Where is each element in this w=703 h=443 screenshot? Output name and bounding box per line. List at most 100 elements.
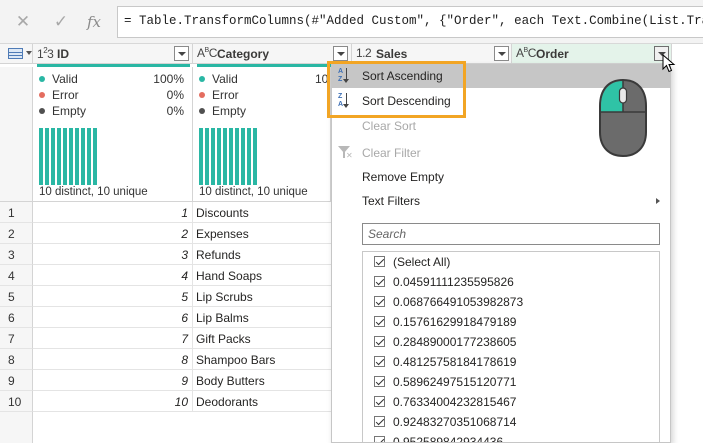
checkbox-checked-icon[interactable] — [374, 356, 385, 367]
cell-id[interactable]: 1 — [33, 202, 193, 223]
distinct-count-category: 10 distinct, 10 unique — [199, 186, 308, 198]
table-row[interactable]: 9 9 Body Butters — [0, 370, 336, 391]
cell-id[interactable]: 7 — [33, 328, 193, 349]
column-name-id: ID — [57, 47, 69, 61]
distribution-bar — [57, 128, 61, 185]
column-header-order[interactable]: ABC Order — [512, 44, 672, 64]
row-number[interactable]: 9 — [0, 370, 33, 391]
column-filter-button-category[interactable] — [333, 46, 348, 61]
whole-number-type-icon[interactable]: 123 — [37, 46, 54, 61]
checkbox-checked-icon[interactable] — [374, 396, 385, 407]
checkbox-checked-icon[interactable] — [374, 376, 385, 387]
error-stat: Error — [199, 88, 239, 104]
checkbox-checked-icon[interactable] — [374, 296, 385, 307]
valid-dot-icon — [199, 76, 205, 82]
row-number[interactable]: 5 — [0, 286, 33, 307]
cell-category[interactable]: Hand Soaps — [193, 265, 336, 286]
distribution-bar — [63, 128, 67, 185]
value-list-item[interactable]: 0.28489000177238605 — [363, 332, 659, 352]
text-type-icon[interactable]: ABC — [197, 46, 217, 60]
checkbox-checked-icon[interactable] — [374, 316, 385, 327]
remove-empty-item[interactable]: Remove Empty — [332, 166, 670, 189]
cell-category[interactable]: Deodorants — [193, 391, 336, 412]
value-list-item[interactable]: 0.952589842934436 — [363, 432, 659, 442]
text-filters-item[interactable]: Text Filters — [332, 190, 670, 213]
row-number[interactable]: 2 — [0, 223, 33, 244]
table-row[interactable]: 7 7 Gift Packs — [0, 328, 336, 349]
table-row[interactable]: 6 6 Lip Balms — [0, 307, 336, 328]
cell-category[interactable]: Body Butters — [193, 370, 336, 391]
value-list-item[interactable]: 0.15761629918479189 — [363, 312, 659, 332]
row-number[interactable]: 1 — [0, 202, 33, 223]
cell-id[interactable]: 8 — [33, 349, 193, 370]
cell-category[interactable]: Lip Scrubs — [193, 286, 336, 307]
error-percent: 0% — [166, 88, 184, 102]
table-icon — [8, 48, 23, 59]
cell-id[interactable]: 5 — [33, 286, 193, 307]
row-number[interactable]: 10 — [0, 391, 33, 412]
column-header-id[interactable]: 123 ID — [33, 44, 193, 64]
checkbox-checked-icon[interactable] — [374, 436, 385, 442]
table-row[interactable]: 8 8 Shampoo Bars — [0, 349, 336, 370]
valid-percent: 100% — [153, 72, 184, 86]
column-filter-button-id[interactable] — [174, 46, 189, 61]
checkbox-checked-icon[interactable] — [374, 336, 385, 347]
valid-dot-icon — [39, 76, 45, 82]
row-number[interactable]: 4 — [0, 265, 33, 286]
table-row[interactable]: 10 10 Deodorants — [0, 391, 336, 412]
table-menu-button[interactable] — [0, 44, 33, 64]
cell-id[interactable]: 4 — [33, 265, 193, 286]
cell-id[interactable]: 6 — [33, 307, 193, 328]
table-row[interactable]: 5 5 Lip Scrubs — [0, 286, 336, 307]
search-input[interactable]: Search — [362, 223, 660, 245]
sort-ascending-icon: AZ — [336, 67, 356, 85]
value-list-item[interactable]: 0.76334004232815467 — [363, 392, 659, 412]
row-number[interactable]: 3 — [0, 244, 33, 265]
valid-stat: Valid — [199, 72, 238, 88]
table-row[interactable]: 3 3 Refunds — [0, 244, 336, 265]
table-row[interactable]: 2 2 Expenses — [0, 223, 336, 244]
table-row[interactable]: 4 4 Hand Soaps — [0, 265, 336, 286]
distribution-chart-category — [199, 128, 257, 185]
row-number[interactable]: 7 — [0, 328, 33, 349]
confirm-formula-button[interactable]: ✓ — [50, 11, 72, 33]
distribution-bar — [39, 128, 43, 185]
cell-category[interactable]: Refunds — [193, 244, 336, 265]
empty-stat: Empty — [199, 104, 246, 120]
checkbox-checked-icon[interactable] — [374, 416, 385, 427]
cell-category[interactable]: Shampoo Bars — [193, 349, 336, 370]
cell-id[interactable]: 2 — [33, 223, 193, 244]
formula-input[interactable]: = Table.TransformColumns(#"Added Custom"… — [117, 6, 703, 38]
cell-id[interactable]: 9 — [33, 370, 193, 391]
error-stat: Error — [39, 88, 79, 104]
value-list-item[interactable]: 0.92483270351068714 — [363, 412, 659, 432]
cell-category[interactable]: Discounts — [193, 202, 336, 223]
cell-category[interactable]: Gift Packs — [193, 328, 336, 349]
sort-descending-icon: ZA — [336, 92, 356, 110]
text-type-icon[interactable]: ABC — [516, 46, 536, 60]
mouse-pointer-icon — [662, 54, 676, 73]
row-number[interactable]: 6 — [0, 307, 33, 328]
cell-id[interactable]: 10 — [33, 391, 193, 412]
cell-category[interactable]: Expenses — [193, 223, 336, 244]
insert-function-button[interactable]: fx — [83, 11, 105, 33]
decimal-type-icon[interactable]: 1.2 — [356, 46, 372, 60]
checkbox-checked-icon[interactable] — [374, 276, 385, 287]
column-header-sales[interactable]: 1.2 Sales — [352, 44, 512, 64]
column-header-category[interactable]: ABC Category — [193, 44, 352, 64]
checkbox-checked-icon[interactable] — [374, 256, 385, 267]
distribution-bar — [87, 128, 91, 185]
cancel-formula-button[interactable]: ✕ — [12, 11, 34, 33]
column-filter-button-sales[interactable] — [494, 46, 509, 61]
value-list-item[interactable]: (Select All) — [363, 252, 659, 272]
table-row[interactable]: 1 1 Discounts — [0, 202, 336, 223]
value-list-item[interactable]: 0.48125758184178619 — [363, 352, 659, 372]
value-list-item[interactable]: 0.068766491053982873 — [363, 292, 659, 312]
distribution-bar — [51, 128, 55, 185]
value-list-item[interactable]: 0.58962497515120771 — [363, 372, 659, 392]
cell-id[interactable]: 3 — [33, 244, 193, 265]
row-number-gutter-empty — [0, 412, 33, 443]
row-number[interactable]: 8 — [0, 349, 33, 370]
value-list-item[interactable]: 0.04591111235595826 — [363, 272, 659, 292]
cell-category[interactable]: Lip Balms — [193, 307, 336, 328]
